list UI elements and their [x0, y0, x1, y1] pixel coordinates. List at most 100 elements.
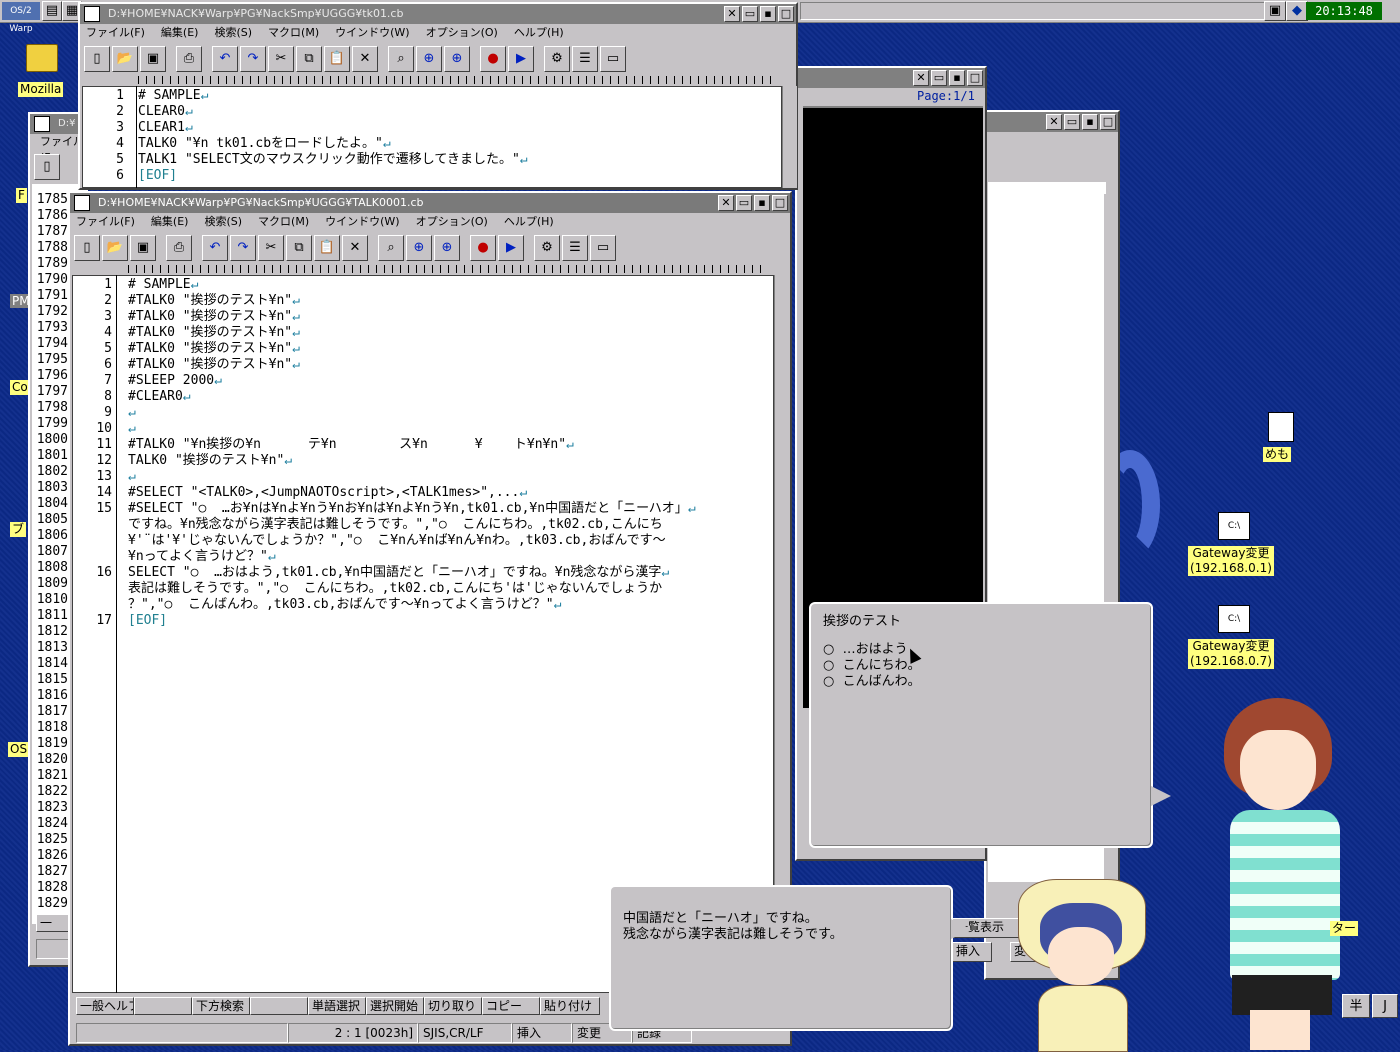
maximize-icon[interactable]: □	[967, 70, 983, 86]
maximize-icon[interactable]: □	[1100, 114, 1116, 130]
save-icon[interactable]: ▣	[130, 235, 156, 261]
cmd-icon-2[interactable]: C:\	[1218, 605, 1250, 633]
tray-window-icon[interactable]: ▣	[1264, 1, 1286, 21]
play-macro-icon[interactable]: ▶	[498, 235, 524, 261]
paste-icon[interactable]: 📋	[324, 46, 350, 72]
left-label-f[interactable]: F	[16, 188, 27, 203]
menu-file[interactable]: ファイル(F)	[76, 213, 135, 231]
new-file-icon[interactable]: ▯	[74, 235, 100, 261]
paste-icon[interactable]: 📋	[314, 235, 340, 261]
restore-icon[interactable]: ▭	[1064, 114, 1080, 130]
os2-logo[interactable]: OS/2 Warp	[2, 2, 40, 34]
minimize-icon[interactable]: ▪	[949, 70, 965, 86]
girl-character[interactable]	[1210, 690, 1360, 1050]
delete-icon[interactable]: ✕	[352, 46, 378, 72]
cut-icon[interactable]: ✂	[258, 235, 284, 261]
copy-icon[interactable]: ⧉	[296, 46, 322, 72]
settings-icon[interactable]: ⚙	[534, 235, 560, 261]
fkey-general-help[interactable]: 一般ヘルプ	[76, 997, 134, 1015]
save-icon[interactable]: ▣	[140, 46, 166, 72]
gateway2-label[interactable]: Gateway変更 (192.168.0.7)	[1188, 639, 1274, 669]
memo-label[interactable]: めも	[1263, 447, 1292, 462]
code-line[interactable]: # SAMPLE↵	[138, 88, 208, 104]
mozilla-label[interactable]: Mozilla	[18, 82, 64, 97]
code-line[interactable]: TALK0 "挨拶のテスト¥n"↵	[128, 453, 292, 469]
code-line[interactable]: #TALK0 "挨拶のテスト¥n"↵	[128, 293, 300, 309]
redo-icon[interactable]: ↷	[230, 235, 256, 261]
menu-macro[interactable]: マクロ(M)	[258, 213, 309, 231]
select-option-3[interactable]: ○ こんばんわ。	[823, 674, 921, 690]
list-icon[interactable]: ☰	[572, 46, 598, 72]
cmd-icon[interactable]: C:\	[1218, 512, 1250, 540]
tray-app-icon[interactable]: ◆	[1286, 1, 1308, 21]
fkey-cut[interactable]: 切り取り	[424, 997, 482, 1015]
select-option-2[interactable]: ○ こんにちわ。	[823, 658, 921, 674]
fkey-select-start[interactable]: 選択開始	[366, 997, 424, 1015]
code-line[interactable]: ？","○ こんばんわ。,tk03.cb,おばんです～¥nってよく言うけど？"↵	[128, 597, 561, 613]
han-button[interactable]: 半	[1342, 994, 1370, 1018]
menu-edit[interactable]: 編集(E)	[161, 24, 199, 42]
fkey-paste[interactable]: 貼り付け	[540, 997, 600, 1015]
close-icon[interactable]: ✕	[913, 70, 929, 86]
fkey-copy[interactable]: コピー	[482, 997, 540, 1015]
fkey-blank-1[interactable]	[134, 997, 192, 1015]
select-option-1[interactable]: ○ …おはよう	[823, 642, 908, 658]
code-line[interactable]: [EOF]	[138, 168, 177, 184]
code-line[interactable]: #TALK0 "挨拶のテスト¥n"↵	[128, 325, 300, 341]
find-prev-icon[interactable]: ⊕	[416, 46, 442, 72]
cat-character[interactable]	[1010, 875, 1150, 1052]
menu-macro[interactable]: マクロ(M)	[268, 24, 319, 42]
fkey-select-word[interactable]: 単語選択	[308, 997, 366, 1015]
maximize-icon[interactable]: □	[772, 195, 788, 211]
minimize-icon[interactable]: ▪	[760, 6, 776, 22]
monitor-icon[interactable]: ▭	[600, 46, 626, 72]
code-line[interactable]: TALK0 "¥n tk01.cbをロードしたよ。"↵	[138, 136, 391, 152]
behind-right-window[interactable]: ✕ ▭ ▪ □ 一覧表示 挿入 変	[952, 110, 1120, 980]
menu-file[interactable]: ファイル(F)	[86, 24, 145, 42]
minimize-icon[interactable]: ▪	[1082, 114, 1098, 130]
undo-icon[interactable]: ↶	[212, 46, 238, 72]
new-file-icon[interactable]: ▯	[84, 46, 110, 72]
print-icon[interactable]: ⎙	[176, 46, 202, 72]
record-macro-icon[interactable]: ●	[480, 46, 506, 72]
close-icon[interactable]: ✕	[718, 195, 734, 211]
menu-search[interactable]: 検索(S)	[214, 24, 252, 42]
settings-icon[interactable]: ⚙	[544, 46, 570, 72]
code-line[interactable]: #SELECT "○ …お¥nは¥nよ¥nう¥nお¥nは¥nよ¥nう¥n,tk0…	[128, 501, 696, 517]
find-next-icon[interactable]: ⊕	[434, 235, 460, 261]
cut-icon[interactable]: ✂	[268, 46, 294, 72]
code-line[interactable]: ¥'¨は'¥'じゃないんでしょうか？","○ こ¥nん¥nば¥nん¥nわ。,tk…	[128, 533, 666, 549]
code-line[interactable]: SELECT "○ …おはよう,tk01.cb,¥n中国語だと「ニーハオ」ですね…	[128, 565, 669, 581]
code-line[interactable]: [EOF]	[128, 613, 167, 629]
delete-icon[interactable]: ✕	[342, 235, 368, 261]
close-icon[interactable]: ✕	[1046, 114, 1062, 130]
code-line[interactable]: #SLEEP 2000↵	[128, 373, 222, 389]
menu-options[interactable]: オプション(O)	[426, 24, 498, 42]
code-line[interactable]: #TALK0 "挨拶のテスト¥n"↵	[128, 341, 300, 357]
code-line[interactable]: TALK1 "SELECT文のマウスクリック動作で遷移してきました。"↵	[138, 152, 528, 168]
code-line[interactable]: ¥nってよく言うけど？"↵	[128, 549, 276, 565]
find-icon[interactable]: ⌕	[388, 46, 414, 72]
menu-window[interactable]: ウインドウ(W)	[335, 24, 409, 42]
menu-search[interactable]: 検索(S)	[204, 213, 242, 231]
open-folder-icon[interactable]: 📂	[112, 46, 138, 72]
code-line[interactable]: ↵	[128, 469, 136, 485]
left-label-co[interactable]: Co	[10, 380, 30, 395]
find-prev-icon[interactable]: ⊕	[406, 235, 432, 261]
code-line[interactable]: 表記は難しそうです。","○ こんにちわ。,tk02.cb,こんにち'は'じゃな…	[128, 581, 662, 597]
redo-icon[interactable]: ↷	[240, 46, 266, 72]
close-icon[interactable]: ✕	[724, 6, 740, 22]
copy-icon[interactable]: ⧉	[286, 235, 312, 261]
right-label-ta[interactable]: ター	[1330, 921, 1359, 936]
tk01-scrollbar[interactable]	[782, 86, 797, 188]
find-icon[interactable]: ⌕	[378, 235, 404, 261]
left-label-bu[interactable]: ブ	[10, 522, 27, 537]
menu-help[interactable]: ヘルプ(H)	[514, 24, 564, 42]
j-button[interactable]: J	[1372, 994, 1398, 1018]
menu-help[interactable]: ヘルプ(H)	[504, 213, 554, 231]
find-next-icon[interactable]: ⊕	[444, 46, 470, 72]
memo-icon[interactable]	[1268, 412, 1294, 442]
code-line[interactable]: #TALK0 "挨拶のテスト¥n"↵	[128, 309, 300, 325]
undo-icon[interactable]: ↶	[202, 235, 228, 261]
menu-options[interactable]: オプション(O)	[416, 213, 488, 231]
